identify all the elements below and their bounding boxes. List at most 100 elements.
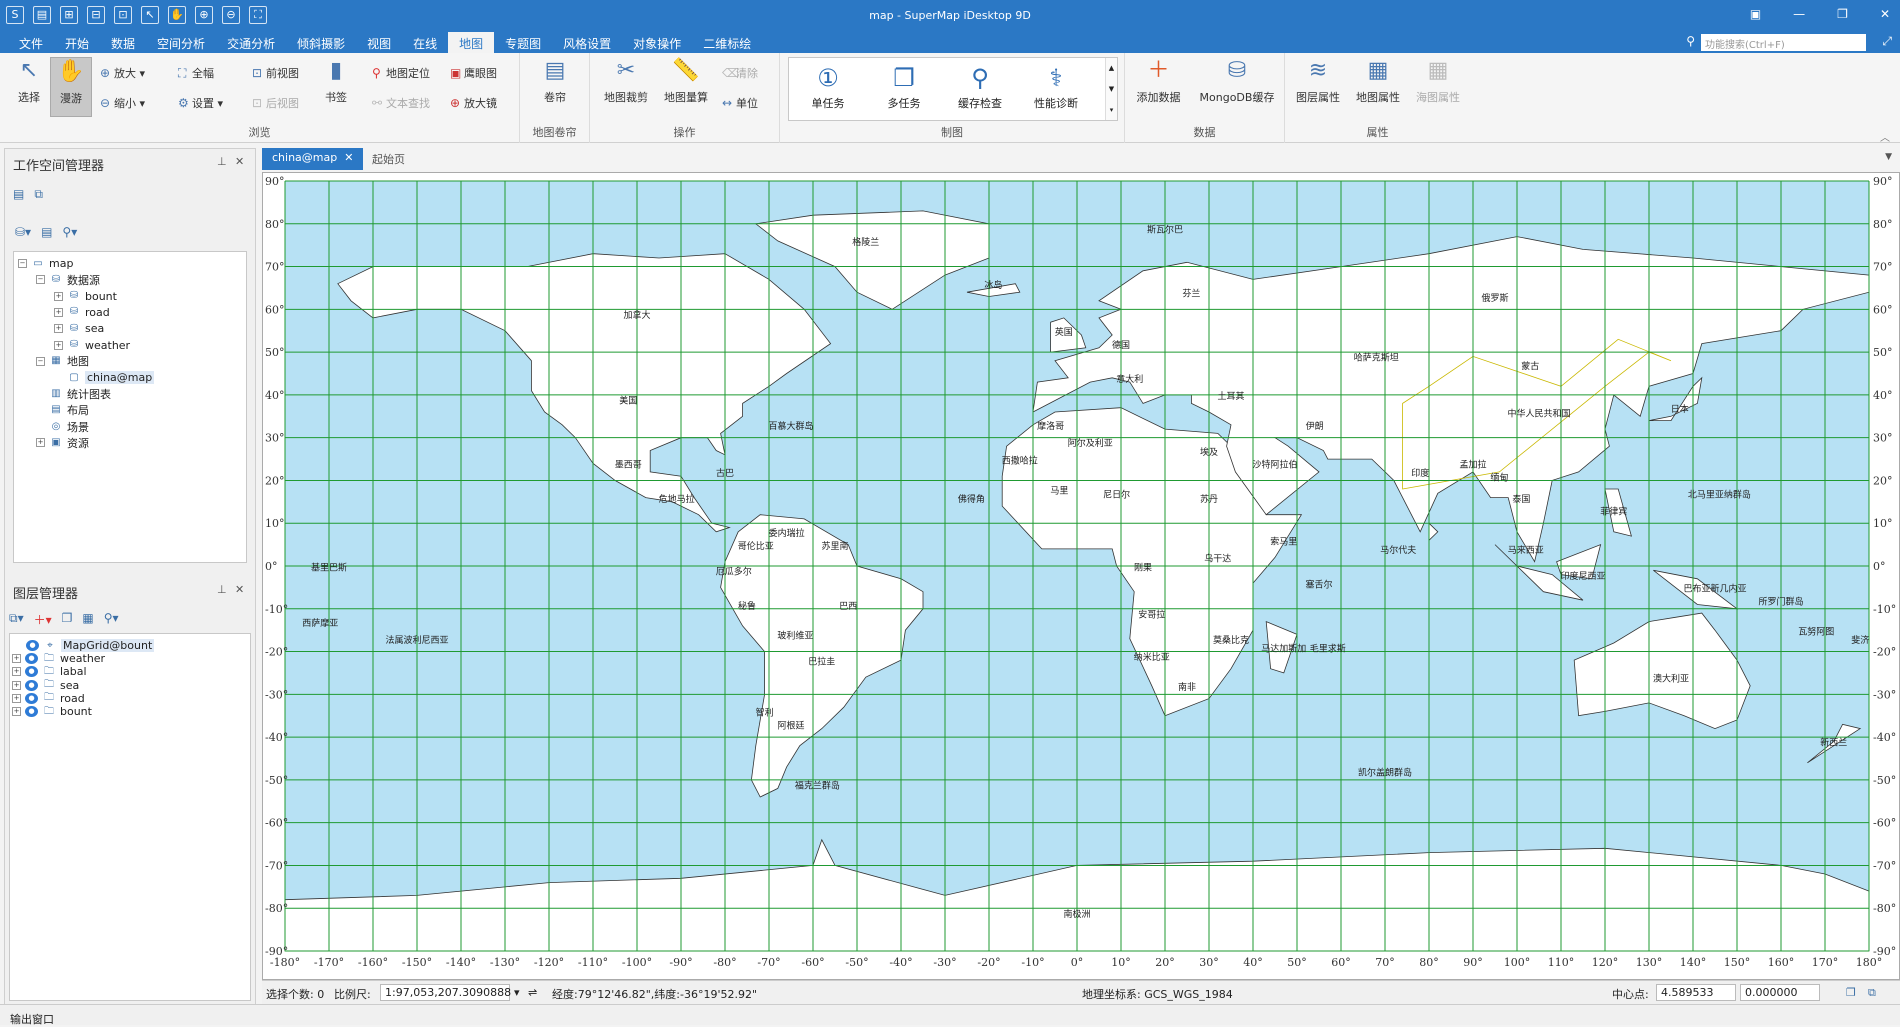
full-extent-button[interactable]: ⛶ 全幅 [178, 65, 214, 81]
bookmark-button[interactable]: ▮ 书签 [316, 57, 356, 117]
chart-properties-button[interactable]: ▦ 海图属性 [1409, 57, 1467, 117]
center-y-input[interactable]: 0.000000 [1740, 984, 1820, 1001]
add-layer-icon[interactable]: ＋▾ [34, 611, 52, 629]
close-panel-icon[interactable]: ✕ [235, 583, 244, 596]
visibility-eye-icon[interactable]: ● [25, 653, 38, 665]
search-tree-icon[interactable]: ⚲▾ [62, 225, 77, 243]
tab-china-map[interactable]: china@map ✕ [262, 148, 364, 170]
tab-list-icon[interactable]: ▼ [1885, 152, 1892, 162]
ribbon-tab[interactable]: 二维标绘 [692, 32, 762, 53]
layer-group-icon[interactable]: ▦ [82, 611, 93, 629]
zoom-in-button[interactable]: ⊕ 放大 ▾ [100, 65, 145, 81]
gallery-scroll[interactable]: ▲ ▼ ▾ [1105, 58, 1117, 120]
expand-toggle-icon[interactable]: + [12, 680, 21, 690]
expand-toggle-icon[interactable]: + [12, 707, 21, 716]
map-clip-button[interactable]: ✂ 地图裁剪 [596, 57, 656, 117]
prev-view-button[interactable]: ⊡ 前视图 [252, 65, 299, 81]
workspace-resource-icon[interactable]: ⧉ [34, 187, 43, 205]
cache-check-button[interactable]: ⚲ 缓存检查 [945, 64, 1015, 111]
restore-ribbon-button[interactable]: ▣ [1750, 7, 1761, 21]
output-window[interactable]: 输出窗口 [0, 1004, 1900, 1026]
workspace-tree-item[interactable]: −▥统计图表 [36, 386, 111, 401]
performance-diagnose-button[interactable]: ⚕ 性能诊断 [1021, 64, 1091, 111]
visibility-eye-icon[interactable]: ● [25, 706, 38, 717]
map-measure-button[interactable]: 📏 地图量算 [656, 57, 716, 117]
workspace-tree-item[interactable]: −◎场景 [36, 419, 89, 434]
pin-icon[interactable]: ⊥ [217, 155, 227, 168]
layer-style-icon[interactable]: ⧉▾ [9, 611, 24, 629]
eagle-eye-button[interactable]: ▣ 鹰眼图 [450, 65, 497, 81]
clear-button[interactable]: ⌫清除 [722, 65, 758, 81]
copy-icon[interactable]: ❐ [1846, 986, 1856, 999]
visibility-eye-icon[interactable]: ● [25, 679, 38, 691]
magnifier-button[interactable]: ⊕ 放大镜 [450, 95, 497, 111]
expand-toggle-icon[interactable]: + [36, 438, 45, 448]
pin-icon[interactable]: ⊥ [217, 583, 227, 596]
swipe-button[interactable]: ▤ 卷帘 [530, 57, 580, 117]
ribbon-tab[interactable]: 对象操作 [622, 32, 692, 53]
workspace-tree-item[interactable]: − ▦ 地图 [36, 354, 89, 369]
workspace-tree-icon[interactable]: ▤ [13, 187, 24, 205]
workspace-tree-item[interactable]: −▤布局 [36, 403, 89, 418]
workspace-tree-item[interactable]: + ⛁ weather [54, 338, 130, 353]
ribbon-tab[interactable]: 专题图 [494, 32, 552, 53]
map-canvas[interactable]: 90° 90° 80° 80° 70° 70° 60° 60° 50° 50° 40° 40° 30° 3… [263, 173, 1900, 980]
ribbon-tab[interactable]: 在线 [402, 32, 448, 53]
ribbon-tab[interactable]: 风格设置 [552, 32, 622, 53]
ribbon-tab[interactable]: 地图 [448, 32, 495, 53]
expand-icon[interactable]: ⤢ [1882, 34, 1892, 49]
pan-button[interactable]: ✋ 漫游 [50, 57, 92, 117]
mongodb-cache-button[interactable]: ⛁ MongoDB缓存 [1193, 57, 1281, 117]
settings-button[interactable]: ⚙ 设置 ▾ [178, 95, 223, 111]
workspace-tree-item[interactable]: −▢china@map [54, 370, 155, 385]
ribbon-tab[interactable]: 交通分析 [216, 32, 286, 53]
expand-toggle-icon[interactable]: + [54, 291, 63, 301]
expand-toggle-icon[interactable]: − [18, 259, 27, 268]
visibility-eye-icon[interactable]: ● [25, 666, 38, 678]
scale-dropdown-icon[interactable]: ▾ [514, 986, 520, 999]
text-find-button[interactable]: ⚯ 文本查找 [372, 95, 430, 111]
workspace-tree-item[interactable]: + ⛁ road [54, 305, 110, 320]
map-window[interactable]: 90° 90° 80° 80° 70° 70° 60° 60° 50° 50° 40° 40° 30° 3… [262, 172, 1900, 980]
select-button[interactable]: ↖ 选择 [4, 57, 54, 117]
close-tab-icon[interactable]: ✕ [344, 151, 353, 164]
ribbon-tab[interactable]: 空间分析 [146, 32, 216, 53]
center-x-input[interactable]: 4.589533 [1656, 984, 1736, 1001]
tab-start-page[interactable]: 起始页 [362, 148, 415, 170]
function-search-input[interactable]: 功能搜索(Ctrl+F) [1701, 34, 1866, 51]
ribbon-tab[interactable]: 开始 [54, 32, 100, 53]
map-locate-button[interactable]: ⚲ 地图定位 [372, 65, 430, 81]
open-workspace-icon[interactable]: ⛁▾ [15, 225, 31, 243]
next-view-button[interactable]: ⊡ 后视图 [252, 95, 299, 111]
expand-toggle-icon[interactable]: + [12, 654, 21, 664]
single-task-button[interactable]: ① 单任务 [793, 64, 863, 111]
expand-toggle-icon[interactable]: − [36, 275, 45, 285]
unit-button[interactable]: ↔ 单位 [722, 95, 758, 111]
paste-icon[interactable]: ⧉ [1868, 986, 1876, 1000]
expand-toggle-icon[interactable]: + [54, 340, 63, 350]
swap-icon[interactable]: ⇌ [528, 986, 537, 999]
minimize-button[interactable]: — [1793, 7, 1805, 21]
save-workspace-icon[interactable]: ▤ [41, 225, 52, 243]
zoom-out-button[interactable]: ⊖ 缩小 ▾ [100, 95, 145, 111]
workspace-tree-item[interactable]: − ⛁ 数据源 [36, 272, 100, 287]
collapse-ribbon-icon[interactable]: ︿ [1880, 129, 1890, 144]
expand-toggle-icon[interactable]: − [36, 356, 45, 366]
expand-toggle-icon[interactable]: + [12, 667, 21, 677]
map-properties-button[interactable]: ▦ 地图属性 [1349, 57, 1407, 117]
visibility-eye-icon[interactable]: ● [25, 692, 38, 704]
workspace-tree-item[interactable]: − ▭ map [18, 256, 73, 271]
maximize-button[interactable]: ❐ [1837, 7, 1848, 21]
search-layer-icon[interactable]: ⚲▾ [104, 611, 119, 629]
layer-properties-button[interactable]: ≋ 图层属性 [1289, 57, 1347, 117]
multi-task-button[interactable]: ❐ 多任务 [869, 64, 939, 111]
ribbon-tab[interactable]: 数据 [100, 32, 146, 53]
copy-layer-icon[interactable]: ❐ [62, 611, 73, 629]
ribbon-tab[interactable]: 视图 [356, 32, 402, 53]
close-panel-icon[interactable]: ✕ [235, 155, 244, 168]
layer-item[interactable]: + ● 🗀 bount [12, 704, 92, 719]
workspace-tree-item[interactable]: + ⛁ sea [54, 321, 104, 336]
visibility-eye-icon[interactable]: ● [26, 640, 39, 651]
expand-toggle-icon[interactable]: + [12, 693, 21, 703]
ribbon-tab[interactable]: 文件 [8, 32, 54, 53]
